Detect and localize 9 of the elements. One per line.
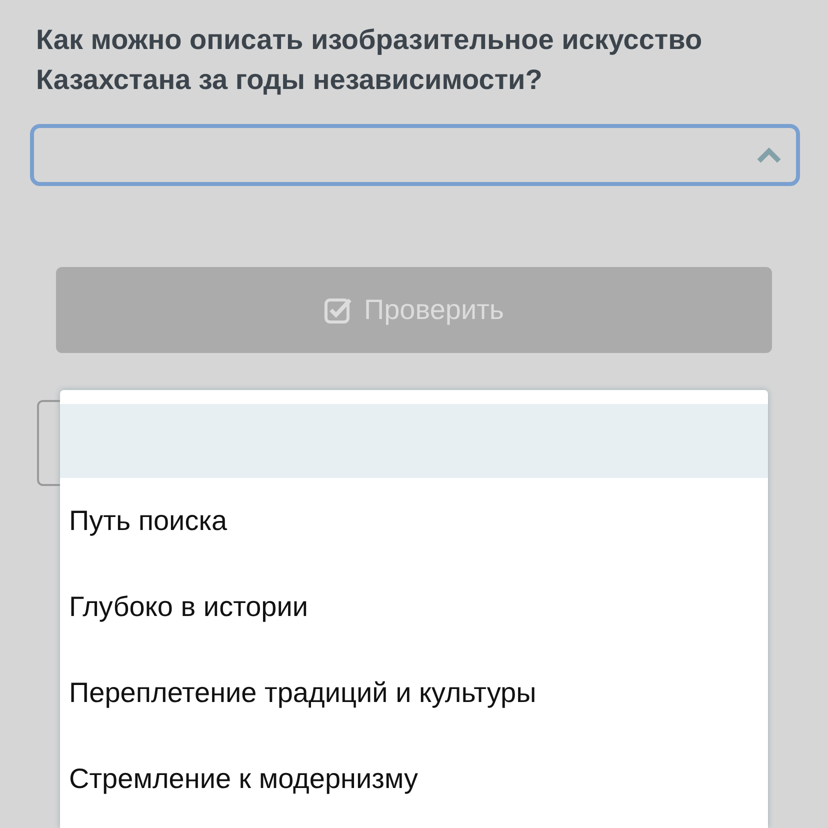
- dropdown-option[interactable]: Переплетение традиций и культуры: [60, 650, 768, 736]
- checkbox-icon: [324, 296, 352, 324]
- question-text: Как можно описать изобразительное искусство Казахстана за годы независимости?: [36, 23, 704, 97]
- dropdown-option[interactable]: [60, 404, 768, 478]
- dropdown-option[interactable]: Глубоко в истории: [60, 564, 768, 650]
- caret-icon: [756, 147, 782, 163]
- answer-select[interactable]: [30, 124, 800, 186]
- dropdown-option[interactable]: Стремление к модернизму: [60, 736, 768, 822]
- dropdown-option[interactable]: Путь поиска: [60, 478, 768, 564]
